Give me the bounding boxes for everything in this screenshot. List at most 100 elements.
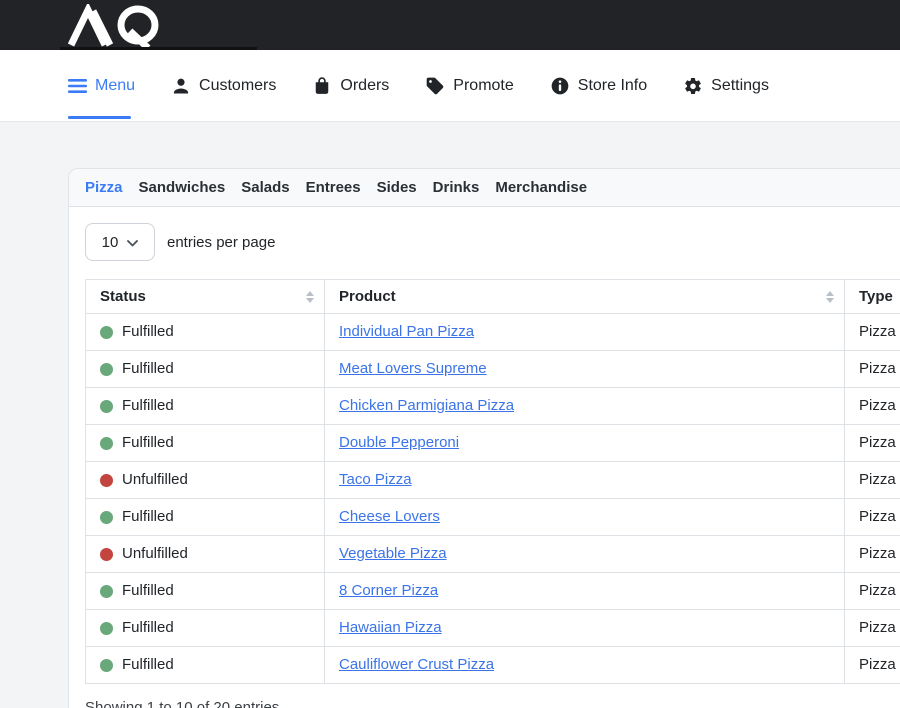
status-cell: Fulfilled — [86, 610, 325, 647]
type-cell: Pizza — [845, 388, 900, 425]
nav-item-label: Promote — [453, 77, 513, 95]
column-header-type[interactable]: Type — [845, 280, 900, 314]
product-link[interactable]: Cauliflower Crust Pizza — [339, 656, 494, 673]
topbar — [0, 0, 900, 50]
product-link[interactable]: Hawaiian Pizza — [339, 619, 442, 636]
product-cell: Hawaiian Pizza — [325, 610, 845, 647]
nav-item-label: Orders — [340, 77, 389, 95]
nav-item-menu[interactable]: Menu — [68, 50, 135, 121]
person-icon — [171, 76, 191, 96]
showing-entries-text: Showing 1 to 10 of 20 entries — [85, 699, 900, 708]
table-row: Fulfilled Meat Lovers Supreme Pizza — [86, 351, 900, 388]
status-dot-icon — [100, 363, 113, 376]
info-icon — [550, 76, 570, 96]
tab-entrees[interactable]: Entrees — [306, 179, 361, 196]
gear-icon — [683, 76, 703, 96]
status-cell: Unfulfilled — [86, 462, 325, 499]
status-dot-icon — [100, 659, 113, 672]
type-cell: Pizza — [845, 610, 900, 647]
status-dot-icon — [100, 622, 113, 635]
status-cell: Fulfilled — [86, 573, 325, 610]
product-link[interactable]: 8 Corner Pizza — [339, 582, 438, 599]
type-cell: Pizza — [845, 314, 900, 351]
primary-nav: Menu Customers Orders Promote Store Info… — [0, 50, 900, 122]
product-link[interactable]: Meat Lovers Supreme — [339, 360, 487, 377]
product-cell: Chicken Parmigiana Pizza — [325, 388, 845, 425]
table-row: Fulfilled Cauliflower Crust Pizza Pizza — [86, 647, 900, 684]
tab-sandwiches[interactable]: Sandwiches — [139, 179, 226, 196]
product-link[interactable]: Chicken Parmigiana Pizza — [339, 397, 514, 414]
type-cell: Pizza — [845, 499, 900, 536]
status-dot-icon — [100, 548, 113, 561]
tab-pizza[interactable]: Pizza — [85, 179, 123, 196]
status-dot-icon — [100, 474, 113, 487]
brand-logo-icon — [66, 4, 176, 53]
status-dot-icon — [100, 326, 113, 339]
nav-item-promote[interactable]: Promote — [425, 50, 513, 121]
product-cell: Cheese Lovers — [325, 499, 845, 536]
nav-item-label: Settings — [711, 77, 769, 95]
status-dot-icon — [100, 511, 113, 524]
product-cell: Taco Pizza — [325, 462, 845, 499]
product-link[interactable]: Cheese Lovers — [339, 508, 440, 525]
sort-icon[interactable] — [826, 291, 834, 303]
column-header-product[interactable]: Product — [325, 280, 845, 314]
product-link[interactable]: Taco Pizza — [339, 471, 412, 488]
status-label: Fulfilled — [122, 655, 174, 675]
status-label: Unfulfilled — [122, 470, 188, 490]
nav-item-settings[interactable]: Settings — [683, 50, 769, 121]
product-cell: 8 Corner Pizza — [325, 573, 845, 610]
type-cell: Pizza — [845, 647, 900, 684]
active-nav-underline — [68, 116, 131, 119]
status-label: Fulfilled — [122, 507, 174, 527]
table-body: Fulfilled Individual Pan Pizza Pizza Ful… — [86, 314, 900, 684]
status-dot-icon — [100, 437, 113, 450]
product-cell: Cauliflower Crust Pizza — [325, 647, 845, 684]
entries-per-page-label: entries per page — [167, 234, 275, 251]
table-row: Fulfilled Cheese Lovers Pizza — [86, 499, 900, 536]
product-link[interactable]: Individual Pan Pizza — [339, 323, 474, 340]
table-row: Unfulfilled Taco Pizza Pizza — [86, 462, 900, 499]
status-cell: Fulfilled — [86, 499, 325, 536]
bag-icon — [312, 76, 332, 96]
entries-count-select[interactable]: 10 — [85, 223, 155, 261]
status-cell: Fulfilled — [86, 314, 325, 351]
type-cell: Pizza — [845, 462, 900, 499]
product-link[interactable]: Vegetable Pizza — [339, 545, 447, 562]
product-cell: Vegetable Pizza — [325, 536, 845, 573]
product-cell: Meat Lovers Supreme — [325, 351, 845, 388]
status-label: Unfulfilled — [122, 544, 188, 564]
nav-item-label: Menu — [95, 77, 135, 95]
nav-item-label: Customers — [199, 77, 276, 95]
status-cell: Fulfilled — [86, 425, 325, 462]
status-cell: Fulfilled — [86, 647, 325, 684]
status-cell: Fulfilled — [86, 351, 325, 388]
tab-sides[interactable]: Sides — [377, 179, 417, 196]
tab-merchandise[interactable]: Merchandise — [495, 179, 587, 196]
status-dot-icon — [100, 585, 113, 598]
nav-item-store-info[interactable]: Store Info — [550, 50, 647, 121]
product-cell: Double Pepperoni — [325, 425, 845, 462]
nav-item-customers[interactable]: Customers — [171, 50, 276, 121]
menu-card: Pizza Sandwiches Salads Entrees Sides Dr… — [68, 168, 900, 708]
tab-drinks[interactable]: Drinks — [433, 179, 480, 196]
status-label: Fulfilled — [122, 396, 174, 416]
entries-count-value: 10 — [102, 234, 119, 251]
tab-salads[interactable]: Salads — [241, 179, 289, 196]
column-header-status[interactable]: Status — [86, 280, 325, 314]
chevron-down-icon — [127, 234, 138, 251]
status-label: Fulfilled — [122, 433, 174, 453]
status-cell: Unfulfilled — [86, 536, 325, 573]
nav-item-orders[interactable]: Orders — [312, 50, 389, 121]
hamburger-icon — [68, 79, 87, 93]
sort-icon[interactable] — [306, 291, 314, 303]
entries-per-page-row: 10 entries per page — [85, 223, 900, 261]
table-row: Fulfilled Chicken Parmigiana Pizza Pizza — [86, 388, 900, 425]
status-label: Fulfilled — [122, 359, 174, 379]
status-cell: Fulfilled — [86, 388, 325, 425]
type-cell: Pizza — [845, 573, 900, 610]
table-header-row: Status Product Type — [86, 280, 900, 314]
table-row: Fulfilled Individual Pan Pizza Pizza — [86, 314, 900, 351]
type-cell: Pizza — [845, 351, 900, 388]
product-link[interactable]: Double Pepperoni — [339, 434, 459, 451]
